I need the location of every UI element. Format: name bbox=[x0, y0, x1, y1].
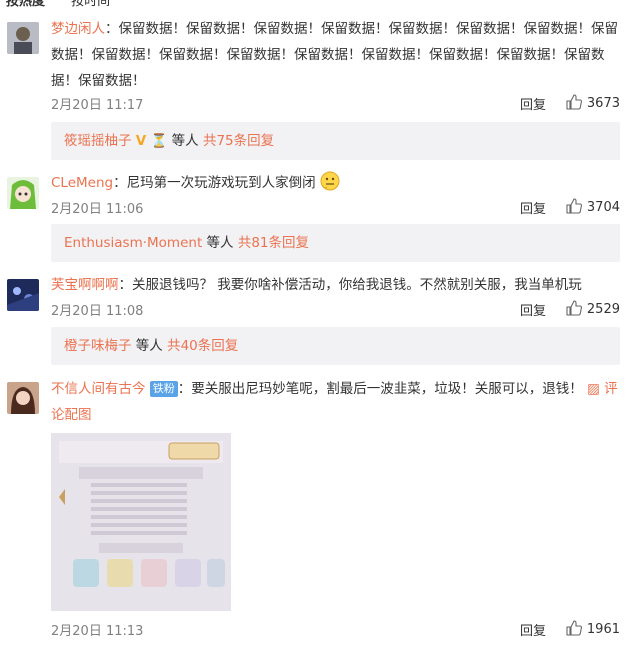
comment-body: 尼玛第一次玩游戏玩到人家倒闭 bbox=[126, 175, 316, 191]
thumbs-up-icon bbox=[566, 300, 582, 316]
sub-reply-mid: 等人 bbox=[135, 338, 163, 354]
comment-meta: 2月20日 11:06 回复 3704 bbox=[51, 198, 620, 220]
comment-time: 2月20日 11:13 bbox=[51, 624, 144, 639]
sub-reply-user[interactable]: 筱瑶摇柚子 bbox=[64, 133, 132, 149]
comment-body: 要关服出尼玛妙笔呢，割最后一波韭菜，垃圾！关服可以，退钱！ bbox=[191, 381, 583, 397]
comment-text: 不信人间有古今 铁粉 ：要关服出尼玛妙笔呢，割最后一波韭菜，垃圾！关服可以，退钱！… bbox=[51, 381, 618, 423]
like-count: 3673 bbox=[586, 96, 620, 111]
sub-replies[interactable]: 筱瑶摇柚子 V ⏳ 等人 共75条回复 bbox=[51, 122, 620, 160]
sub-reply-user[interactable]: 橙子味梅子 bbox=[64, 338, 132, 354]
fan-badge: 铁粉 bbox=[149, 381, 178, 397]
comment-username[interactable]: 不信人间有古今 bbox=[51, 381, 146, 397]
sub-reply-user[interactable]: Enthusiasm·Moment bbox=[64, 235, 202, 251]
like-count: 3704 bbox=[586, 200, 620, 215]
comment-username[interactable]: 芙宝啊啊啊 bbox=[51, 277, 119, 293]
avatar[interactable] bbox=[7, 279, 39, 311]
comment-image-thumbnail[interactable] bbox=[51, 433, 231, 611]
reply-button[interactable]: 回复 bbox=[520, 198, 546, 217]
v-badge-icon: V bbox=[135, 133, 147, 149]
like-count: 2529 bbox=[586, 302, 620, 317]
comment-text: CLeMeng：尼玛第一次玩游戏玩到人家倒闭 bbox=[51, 170, 628, 196]
sub-reply-count[interactable]: 共81条回复 bbox=[238, 235, 309, 251]
reply-button[interactable]: 回复 bbox=[520, 94, 546, 113]
sort-tabs: 按热度 按时间 bbox=[6, 0, 132, 9]
game-screenshot-image bbox=[51, 433, 231, 611]
like-button[interactable]: 2529 bbox=[566, 300, 620, 317]
like-button[interactable]: 1961 bbox=[566, 620, 620, 637]
reply-button[interactable]: 回复 bbox=[520, 620, 546, 639]
comment-time: 2月20日 11:06 bbox=[51, 202, 144, 217]
sub-replies[interactable]: Enthusiasm·Moment 等人 共81条回复 bbox=[51, 224, 620, 262]
thumbs-up-icon bbox=[566, 198, 582, 214]
like-count: 1961 bbox=[586, 622, 620, 637]
reply-button[interactable]: 回复 bbox=[520, 300, 546, 319]
comment-meta: 2月20日 11:17 回复 3673 bbox=[51, 94, 620, 116]
avatar[interactable] bbox=[7, 382, 39, 414]
comment-body: 关服退钱吗？ 我要你啥补偿活动，你给我退钱。不然就别关服，我当单机玩 bbox=[132, 277, 582, 293]
like-button[interactable]: 3673 bbox=[566, 94, 620, 111]
awkward-face-emoji-icon bbox=[320, 171, 340, 191]
sub-reply-count[interactable]: 共75条回复 bbox=[203, 133, 274, 149]
comment-username[interactable]: 梦边闲人 bbox=[51, 21, 105, 37]
image-icon: ▨ bbox=[587, 381, 600, 397]
thumbs-up-icon bbox=[566, 620, 582, 636]
hourglass-icon: ⏳ bbox=[150, 133, 168, 149]
sub-replies[interactable]: 橙子味梅子 等人 共40条回复 bbox=[51, 327, 620, 365]
sub-reply-count[interactable]: 共40条回复 bbox=[167, 338, 238, 354]
comment-text: 梦边闲人：保留数据！保留数据！保留数据！保留数据！保留数据！保留数据！保留数据！… bbox=[51, 21, 618, 89]
comment-meta: 2月20日 11:08 回复 2529 bbox=[51, 300, 620, 322]
comment-time: 2月20日 11:08 bbox=[51, 304, 144, 319]
comment-body: 保留数据！保留数据！保留数据！保留数据！保留数据！保留数据！保留数据！保留数据！… bbox=[51, 21, 618, 89]
comment-username[interactable]: CLeMeng bbox=[51, 175, 113, 191]
comment-text: 芙宝啊啊啊：关服退钱吗？ 我要你啥补偿活动，你给我退钱。不然就别关服，我当单机玩 bbox=[51, 277, 582, 293]
like-button[interactable]: 3704 bbox=[566, 198, 620, 215]
tab-time[interactable]: 按时间 bbox=[71, 0, 110, 9]
tab-hot[interactable]: 按热度 bbox=[6, 0, 45, 9]
sub-reply-mid: 等人 bbox=[171, 133, 199, 149]
sub-reply-mid: 等人 bbox=[206, 235, 234, 251]
avatar[interactable] bbox=[7, 22, 39, 54]
comment-time: 2月20日 11:17 bbox=[51, 98, 144, 113]
avatar[interactable] bbox=[7, 177, 39, 209]
comment-meta: 2月20日 11:13 回复 1961 bbox=[51, 620, 620, 642]
thumbs-up-icon bbox=[566, 94, 582, 110]
